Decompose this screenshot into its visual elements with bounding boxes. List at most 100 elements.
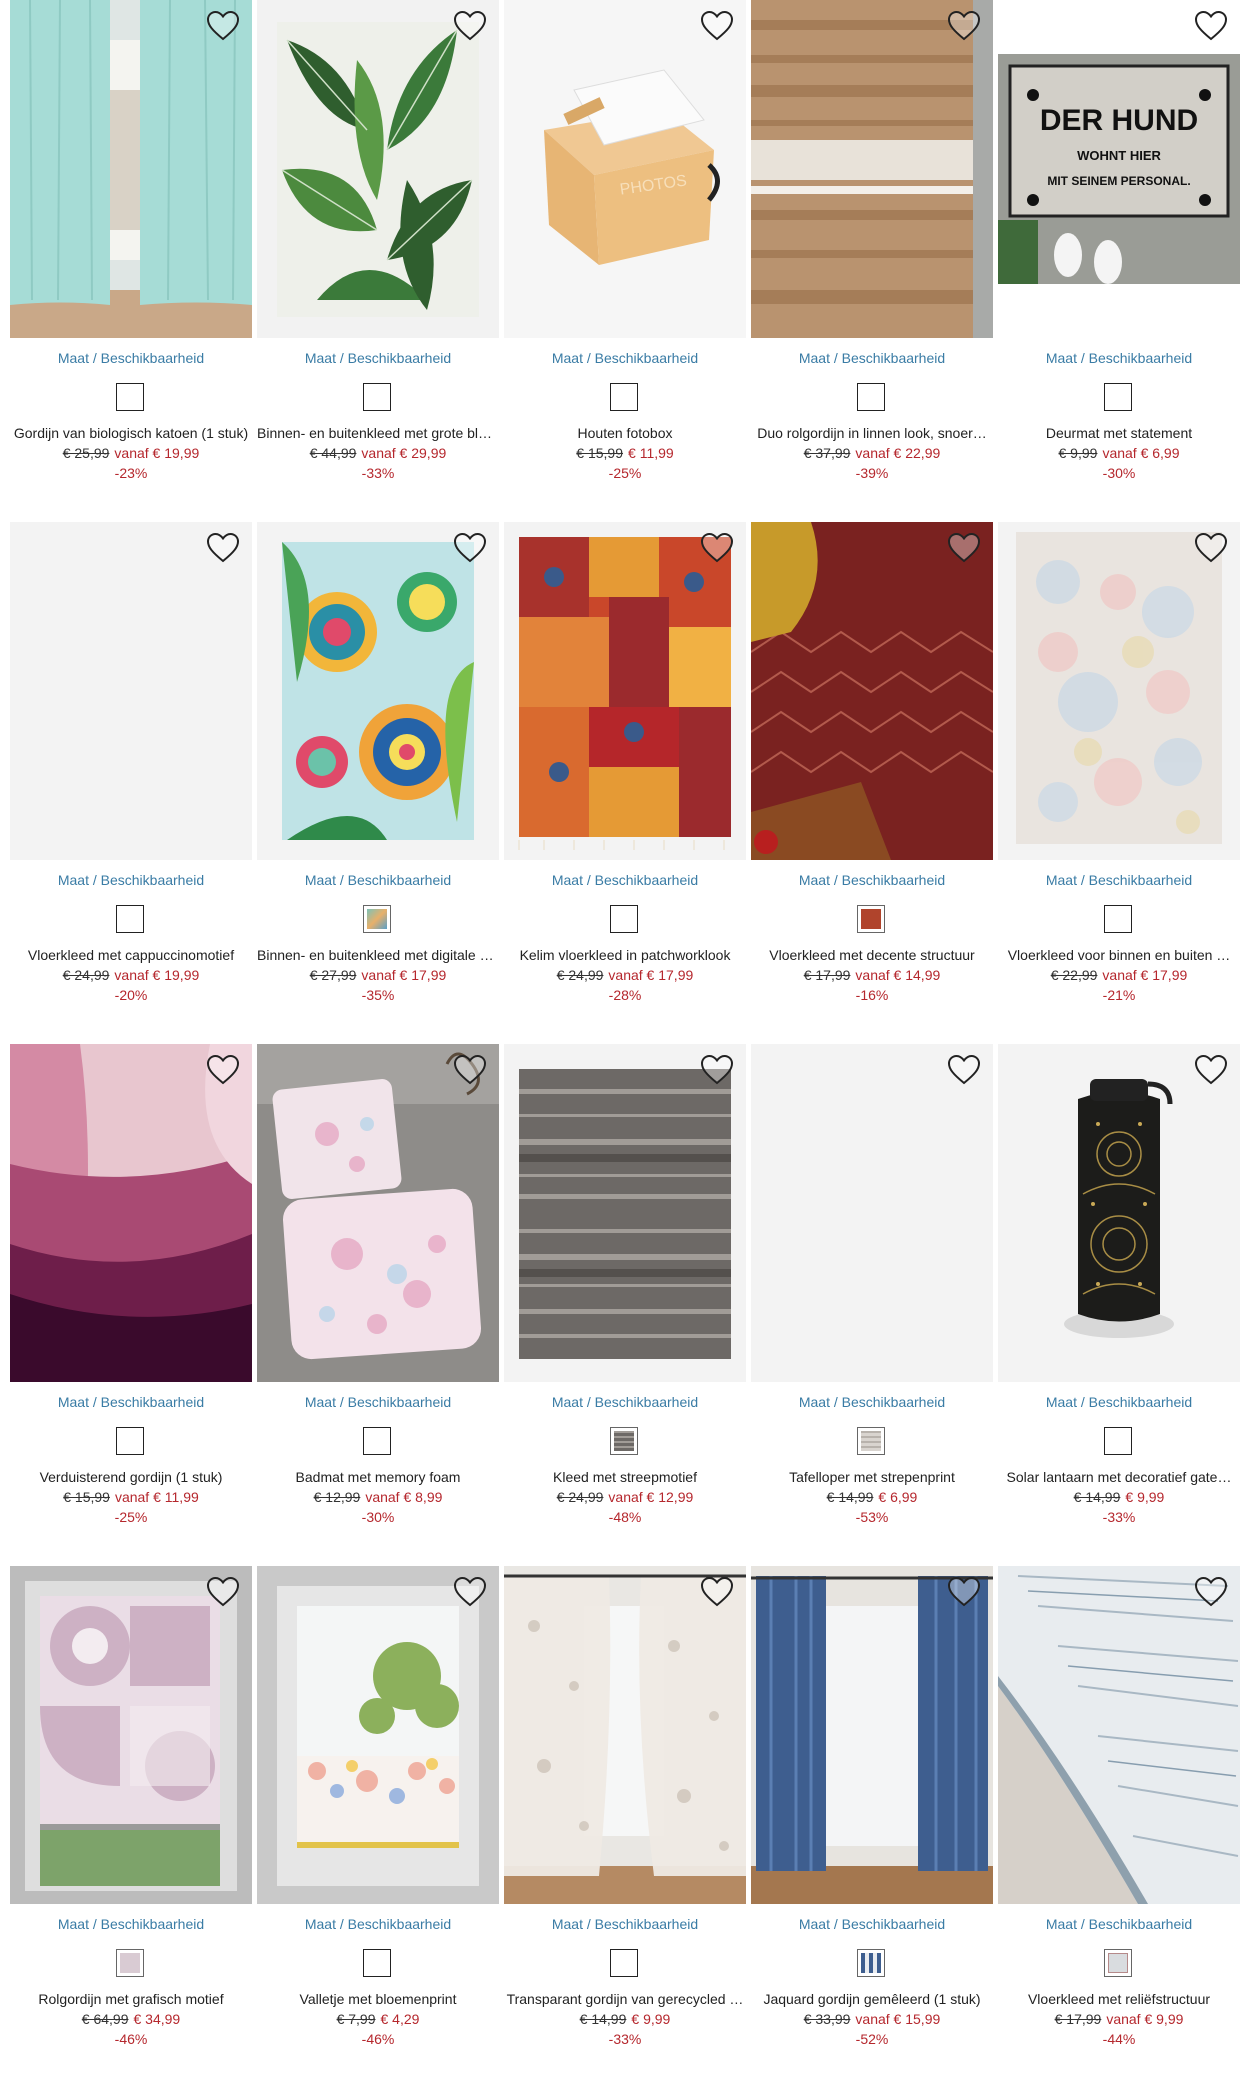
product-image[interactable] [504, 1044, 746, 1382]
size-availability-link[interactable]: Maat / Beschikbaarheid [504, 350, 746, 366]
wishlist-heart-icon[interactable] [453, 532, 487, 564]
size-availability-link[interactable]: Maat / Beschikbaarheid [10, 1394, 252, 1410]
product-image[interactable] [504, 1566, 746, 1904]
size-availability-link[interactable]: Maat / Beschikbaarheid [10, 1916, 252, 1932]
product-name[interactable]: Vloerkleed voor binnen en buiten … [998, 947, 1240, 963]
wishlist-heart-icon[interactable] [206, 1576, 240, 1608]
product-name[interactable]: Solar lantaarn met decoratief gate… [998, 1469, 1240, 1485]
color-swatch[interactable] [116, 383, 144, 411]
color-swatch[interactable] [363, 383, 391, 411]
size-availability-link[interactable]: Maat / Beschikbaarheid [751, 350, 993, 366]
wishlist-heart-icon[interactable] [453, 1054, 487, 1086]
size-availability-link[interactable]: Maat / Beschikbaarheid [257, 872, 499, 888]
color-swatch[interactable] [1104, 1949, 1132, 1977]
color-swatch[interactable] [1104, 905, 1132, 933]
color-swatch[interactable] [363, 1427, 391, 1455]
product-image[interactable] [998, 522, 1240, 860]
size-availability-link[interactable]: Maat / Beschikbaarheid [10, 350, 252, 366]
size-availability-link[interactable]: Maat / Beschikbaarheid [504, 1394, 746, 1410]
product-image[interactable] [751, 1044, 993, 1382]
size-availability-link[interactable]: Maat / Beschikbaarheid [751, 1916, 993, 1932]
size-availability-link[interactable]: Maat / Beschikbaarheid [504, 872, 746, 888]
product-name[interactable]: Houten fotobox [504, 425, 746, 441]
product-image[interactable] [10, 522, 252, 860]
product-name[interactable]: Rolgordijn met grafisch motief [10, 1991, 252, 2007]
wishlist-heart-icon[interactable] [206, 532, 240, 564]
wishlist-heart-icon[interactable] [700, 1576, 734, 1608]
size-availability-link[interactable]: Maat / Beschikbaarheid [998, 872, 1240, 888]
color-swatch[interactable] [1104, 1427, 1132, 1455]
product-name[interactable]: Binnen- en buitenkleed met digitale prin… [257, 947, 499, 963]
wishlist-heart-icon[interactable] [700, 1054, 734, 1086]
product-image[interactable] [751, 0, 993, 338]
wishlist-heart-icon[interactable] [453, 10, 487, 42]
wishlist-heart-icon[interactable] [700, 10, 734, 42]
color-swatch[interactable] [116, 1427, 144, 1455]
product-image[interactable] [257, 0, 499, 338]
product-name[interactable]: Deurmat met statement [998, 425, 1240, 441]
product-image[interactable] [751, 522, 993, 860]
color-swatch[interactable] [857, 1427, 885, 1455]
wishlist-heart-icon[interactable] [1194, 10, 1228, 42]
product-image[interactable]: DER HUND WOHNT HIER MIT SEINEM PERSONAL. [998, 0, 1240, 338]
product-image[interactable] [257, 1044, 499, 1382]
wishlist-heart-icon[interactable] [453, 1576, 487, 1608]
product-image[interactable] [10, 1044, 252, 1382]
product-name[interactable]: Gordijn van biologisch katoen (1 stuk) [10, 425, 252, 441]
product-name[interactable]: Binnen- en buitenkleed met grote bladere… [257, 425, 499, 441]
product-name[interactable]: Verduisterend gordijn (1 stuk) [10, 1469, 252, 1485]
product-name[interactable]: Vloerkleed met cappuccinomotief [10, 947, 252, 963]
product-name[interactable]: Badmat met memory foam [257, 1469, 499, 1485]
color-swatch[interactable] [857, 1949, 885, 1977]
color-swatch[interactable] [363, 905, 391, 933]
product-name[interactable]: Duo rolgordijn in linnen look, snoer… [751, 425, 993, 441]
wishlist-heart-icon[interactable] [700, 532, 734, 564]
color-swatch[interactable] [610, 1427, 638, 1455]
product-name[interactable]: Vloerkleed met reliëfstructuur [998, 1991, 1240, 2007]
size-availability-link[interactable]: Maat / Beschikbaarheid [257, 1916, 499, 1932]
color-swatch[interactable] [1104, 383, 1132, 411]
color-swatch[interactable] [363, 1949, 391, 1977]
product-image[interactable] [504, 522, 746, 860]
wishlist-heart-icon[interactable] [947, 1576, 981, 1608]
wishlist-heart-icon[interactable] [947, 532, 981, 564]
wishlist-heart-icon[interactable] [1194, 532, 1228, 564]
wishlist-heart-icon[interactable] [1194, 1054, 1228, 1086]
color-swatch[interactable] [610, 1949, 638, 1977]
product-name[interactable]: Jaquard gordijn gemêleerd (1 stuk) [751, 1991, 993, 2007]
color-swatch[interactable] [116, 905, 144, 933]
wishlist-heart-icon[interactable] [1194, 1576, 1228, 1608]
size-availability-link[interactable]: Maat / Beschikbaarheid [998, 350, 1240, 366]
product-image[interactable] [257, 522, 499, 860]
product-name[interactable]: Kelim vloerkleed in patchworklook [504, 947, 746, 963]
color-swatch[interactable] [610, 383, 638, 411]
size-availability-link[interactable]: Maat / Beschikbaarheid [751, 872, 993, 888]
size-availability-link[interactable]: Maat / Beschikbaarheid [998, 1394, 1240, 1410]
wishlist-heart-icon[interactable] [206, 10, 240, 42]
product-name[interactable]: Vloerkleed met decente structuur [751, 947, 993, 963]
product-image[interactable] [10, 1566, 252, 1904]
size-availability-link[interactable]: Maat / Beschikbaarheid [998, 1916, 1240, 1932]
product-name[interactable]: Valletje met bloemenprint [257, 1991, 499, 2007]
product-image[interactable] [257, 1566, 499, 1904]
product-name[interactable]: Kleed met streepmotief [504, 1469, 746, 1485]
color-swatch[interactable] [857, 905, 885, 933]
product-image[interactable] [998, 1566, 1240, 1904]
wishlist-heart-icon[interactable] [206, 1054, 240, 1086]
size-availability-link[interactable]: Maat / Beschikbaarheid [10, 872, 252, 888]
product-name[interactable]: Transparant gordijn van gerecycled … [504, 1991, 746, 2007]
product-image[interactable] [998, 1044, 1240, 1382]
size-availability-link[interactable]: Maat / Beschikbaarheid [257, 1394, 499, 1410]
wishlist-heart-icon[interactable] [947, 1054, 981, 1086]
color-swatch[interactable] [610, 905, 638, 933]
color-swatch[interactable] [116, 1949, 144, 1977]
wishlist-heart-icon[interactable] [947, 10, 981, 42]
size-availability-link[interactable]: Maat / Beschikbaarheid [257, 350, 499, 366]
size-availability-link[interactable]: Maat / Beschikbaarheid [504, 1916, 746, 1932]
product-image[interactable] [751, 1566, 993, 1904]
product-name[interactable]: Tafelloper met strepenprint [751, 1469, 993, 1485]
product-image[interactable]: PHOTOS [504, 0, 746, 338]
size-availability-link[interactable]: Maat / Beschikbaarheid [751, 1394, 993, 1410]
product-image[interactable] [10, 0, 252, 338]
color-swatch[interactable] [857, 383, 885, 411]
